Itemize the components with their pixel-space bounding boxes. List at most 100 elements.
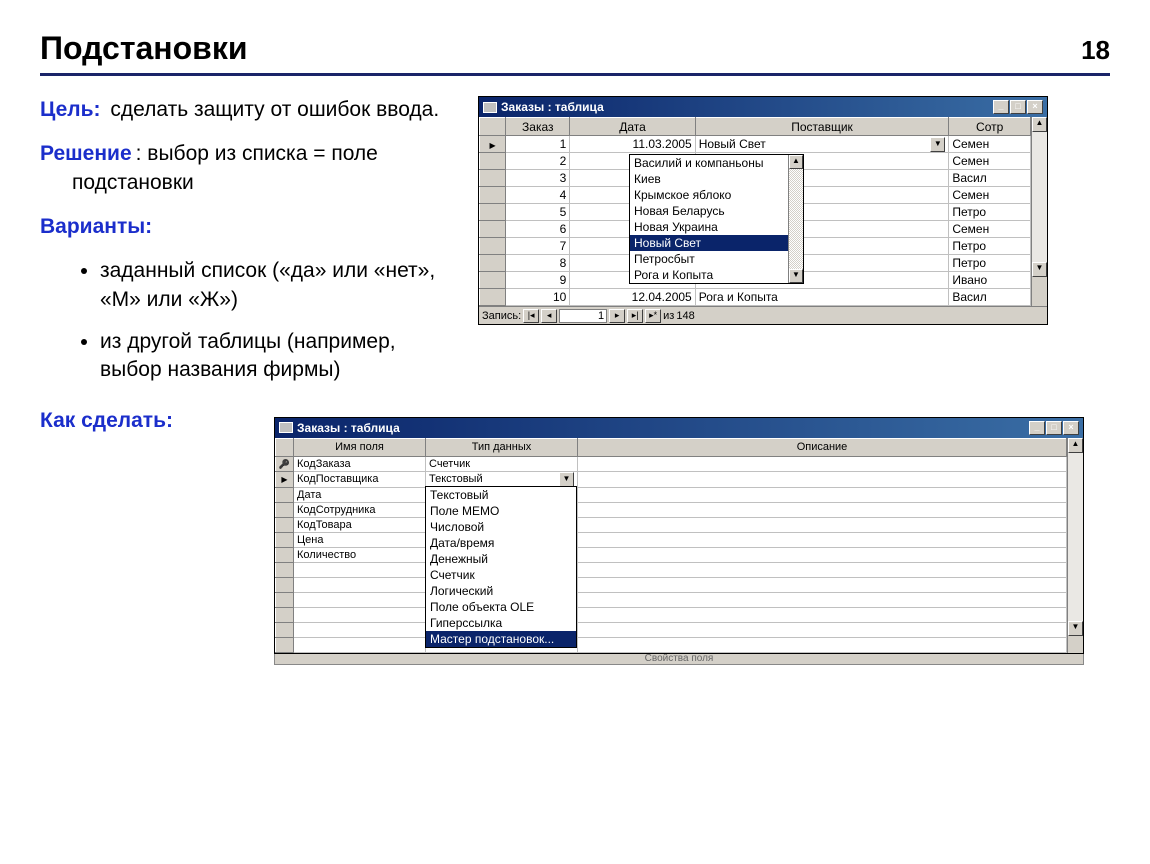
- dropdown-item[interactable]: Новая Беларусь: [630, 203, 788, 219]
- cell-supplier[interactable]: Рога и Копыта: [695, 289, 949, 306]
- scroll-down-icon[interactable]: ▼: [1068, 621, 1083, 636]
- cell-employee[interactable]: Семен: [949, 221, 1031, 238]
- row-selector[interactable]: [276, 592, 294, 607]
- close-button[interactable]: ×: [1063, 421, 1079, 435]
- dropdown-item[interactable]: Дата/время: [426, 535, 576, 551]
- col-header-description[interactable]: Описание: [578, 438, 1067, 456]
- row-selector[interactable]: [276, 502, 294, 517]
- cell-description[interactable]: [578, 517, 1067, 532]
- next-record-button[interactable]: ▸: [609, 309, 625, 323]
- row-selector[interactable]: [480, 136, 506, 153]
- cell-fieldname[interactable]: [294, 592, 426, 607]
- cell-fieldname[interactable]: КодПоставщика: [294, 471, 426, 487]
- cell-order[interactable]: 9: [506, 272, 570, 289]
- row-selector[interactable]: [480, 272, 506, 289]
- cell-employee[interactable]: Петро: [949, 255, 1031, 272]
- cell-fieldname[interactable]: КодЗаказа: [294, 456, 426, 471]
- maximize-button[interactable]: □: [1010, 100, 1026, 114]
- cell-description[interactable]: [578, 471, 1067, 487]
- cell-fieldname[interactable]: Цена: [294, 532, 426, 547]
- row-selector[interactable]: [276, 517, 294, 532]
- cell-employee[interactable]: Васил: [949, 289, 1031, 306]
- cell-employee[interactable]: Ивано: [949, 272, 1031, 289]
- minimize-button[interactable]: _: [993, 100, 1009, 114]
- field-design-grid[interactable]: Имя поля Тип данных Описание КодЗаказа Сч…: [275, 438, 1067, 653]
- cell-order[interactable]: 5: [506, 204, 570, 221]
- dropdown-item[interactable]: Новый Свет: [630, 235, 788, 251]
- cell-order[interactable]: 8: [506, 255, 570, 272]
- cell-order[interactable]: 3: [506, 170, 570, 187]
- dropdown-item[interactable]: Мастер подстановок...: [426, 631, 576, 647]
- row-selector[interactable]: [276, 532, 294, 547]
- col-header-fieldname[interactable]: Имя поля: [294, 438, 426, 456]
- cell-order[interactable]: 7: [506, 238, 570, 255]
- col-header-date[interactable]: Дата: [570, 118, 695, 136]
- dropdown-arrow-icon[interactable]: ▼: [930, 137, 945, 152]
- cell-order[interactable]: 10: [506, 289, 570, 306]
- vertical-scrollbar[interactable]: ▲ ▼: [1031, 117, 1047, 306]
- cell-description[interactable]: [578, 456, 1067, 471]
- row-selector[interactable]: [276, 471, 294, 487]
- dropdown-item[interactable]: Поле МЕМО: [426, 503, 576, 519]
- new-record-button[interactable]: ▸*: [645, 309, 661, 323]
- dropdown-item[interactable]: Рога и Копыта: [630, 267, 788, 283]
- row-selector[interactable]: [276, 622, 294, 637]
- row-selector[interactable]: [276, 547, 294, 562]
- cell-employee[interactable]: Петро: [949, 238, 1031, 255]
- row-selector[interactable]: [480, 221, 506, 238]
- scroll-down-icon[interactable]: ▼: [1032, 262, 1047, 277]
- dropdown-item[interactable]: Счетчик: [426, 567, 576, 583]
- prev-record-button[interactable]: ◂: [541, 309, 557, 323]
- dropdown-item[interactable]: Поле объекта OLE: [426, 599, 576, 615]
- row-selector[interactable]: [480, 170, 506, 187]
- row-selector[interactable]: [480, 204, 506, 221]
- cell-description[interactable]: [578, 487, 1067, 502]
- cell-employee[interactable]: Семен: [949, 187, 1031, 204]
- cell-description[interactable]: [578, 547, 1067, 562]
- cell-supplier[interactable]: Новый Свет▼: [695, 136, 949, 153]
- cell-description[interactable]: [578, 502, 1067, 517]
- cell-description[interactable]: [578, 622, 1067, 637]
- cell-description[interactable]: [578, 577, 1067, 592]
- scroll-up-icon[interactable]: ▲: [1068, 438, 1083, 453]
- cell-description[interactable]: [578, 562, 1067, 577]
- cell-fieldname[interactable]: [294, 577, 426, 592]
- maximize-button[interactable]: □: [1046, 421, 1062, 435]
- last-record-button[interactable]: ▸|: [627, 309, 643, 323]
- scroll-down-icon[interactable]: ▼: [789, 269, 803, 283]
- col-header-datatype[interactable]: Тип данных: [426, 438, 578, 456]
- cell-employee[interactable]: Васил: [949, 170, 1031, 187]
- cell-fieldname[interactable]: Дата: [294, 487, 426, 502]
- dropdown-item[interactable]: Денежный: [426, 551, 576, 567]
- row-selector[interactable]: [480, 255, 506, 272]
- close-button[interactable]: ×: [1027, 100, 1043, 114]
- cell-order[interactable]: 4: [506, 187, 570, 204]
- cell-date[interactable]: 12.04.2005: [570, 289, 695, 306]
- col-header-employee[interactable]: Сотр: [949, 118, 1031, 136]
- titlebar[interactable]: Заказы : таблица _ □ ×: [275, 418, 1083, 438]
- minimize-button[interactable]: _: [1029, 421, 1045, 435]
- cell-description[interactable]: [578, 607, 1067, 622]
- row-selector[interactable]: [276, 577, 294, 592]
- col-header-supplier[interactable]: Поставщик: [695, 118, 949, 136]
- dropdown-item[interactable]: Логический: [426, 583, 576, 599]
- dropdown-item[interactable]: Гиперссылка: [426, 615, 576, 631]
- row-selector[interactable]: [276, 456, 294, 471]
- scroll-up-icon[interactable]: ▲: [789, 155, 803, 169]
- row-selector[interactable]: [276, 607, 294, 622]
- dropdown-item[interactable]: Текстовый: [426, 487, 576, 503]
- datatype-dropdown-list[interactable]: ТекстовыйПоле МЕМОЧисловойДата/времяДене…: [425, 486, 577, 648]
- cell-description[interactable]: [578, 592, 1067, 607]
- cell-description[interactable]: [578, 637, 1067, 652]
- cell-employee[interactable]: Семен: [949, 153, 1031, 170]
- col-header-order[interactable]: Заказ: [506, 118, 570, 136]
- dropdown-item[interactable]: Василий и компаньоны: [630, 155, 788, 171]
- first-record-button[interactable]: |◂: [523, 309, 539, 323]
- dropdown-item[interactable]: Крымское яблоко: [630, 187, 788, 203]
- cell-employee[interactable]: Петро: [949, 204, 1031, 221]
- record-number-input[interactable]: [559, 309, 607, 323]
- cell-description[interactable]: [578, 532, 1067, 547]
- row-selector[interactable]: [276, 562, 294, 577]
- row-selector[interactable]: [276, 637, 294, 652]
- dropdown-arrow-icon[interactable]: ▼: [559, 472, 574, 487]
